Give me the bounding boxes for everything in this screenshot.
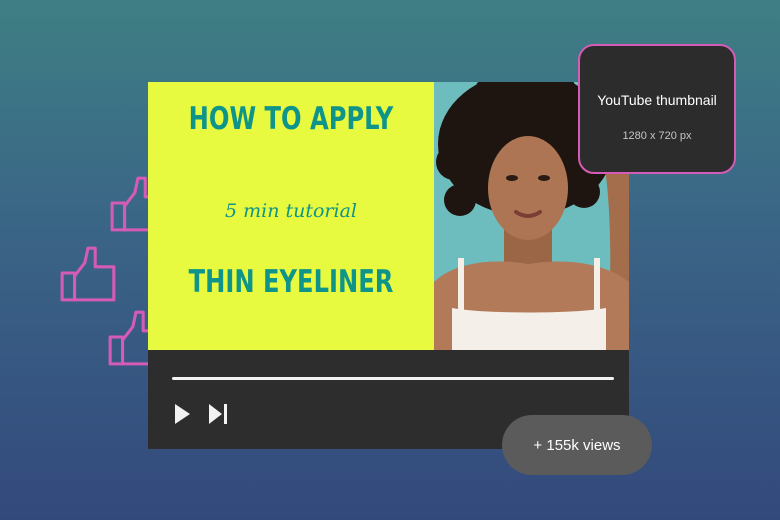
thumbnail-info-card: YouTube thumbnail 1280 x 720 px: [578, 44, 736, 174]
skip-next-icon: [209, 404, 227, 424]
play-button[interactable]: [172, 402, 192, 430]
thumbnail-headline-bottom: THIN EYELINER: [188, 264, 394, 300]
thumbnail-headline-top: HOW TO APPLY: [188, 101, 394, 137]
card-title: YouTube thumbnail: [597, 92, 717, 108]
next-button[interactable]: [206, 402, 230, 430]
card-size: 1280 x 720 px: [622, 130, 692, 142]
play-icon: [175, 404, 190, 424]
views-badge: + 155k views: [502, 415, 652, 475]
thumbs-up-icon: [60, 246, 116, 302]
progress-bar[interactable]: [172, 377, 614, 380]
thumbnail-subtitle: 5 min tutorial: [224, 200, 357, 222]
video-player: HOW TO APPLY 5 min tutorial THIN EYELINE…: [148, 82, 629, 449]
thumbnail-text-panel: HOW TO APPLY 5 min tutorial THIN EYELINE…: [148, 82, 434, 350]
